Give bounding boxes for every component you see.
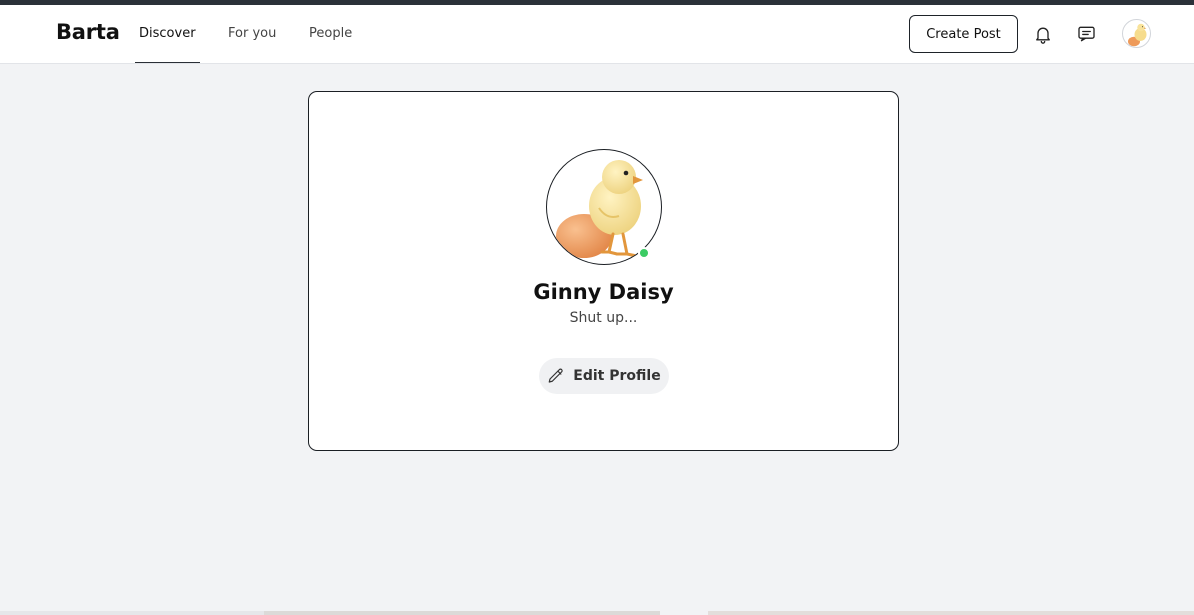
nav-link-people[interactable]: People <box>309 5 352 63</box>
bottom-strip-right <box>708 611 1194 615</box>
profile-card: Ginny Daisy Shut up... Edit Profile <box>308 91 899 451</box>
brand-logo[interactable]: Barta <box>56 20 120 44</box>
bell-icon[interactable] <box>1031 22 1055 46</box>
edit-profile-label: Edit Profile <box>573 368 661 384</box>
user-avatar[interactable] <box>1122 19 1151 48</box>
online-status-dot <box>638 247 650 259</box>
profile-bio: Shut up... <box>569 310 638 326</box>
profile-avatar-wrapper <box>546 149 662 265</box>
bottom-strip-left <box>0 611 264 615</box>
edit-profile-button[interactable]: Edit Profile <box>539 358 669 394</box>
top-navbar: Barta Discover For you People Create Pos… <box>0 5 1194 64</box>
nav-link-discover[interactable]: Discover <box>135 5 200 63</box>
bottom-strip-middle <box>264 611 660 615</box>
nav-link-for-you[interactable]: For you <box>228 5 276 63</box>
profile-name: Ginny Daisy <box>533 280 674 304</box>
pencil-icon <box>547 367 565 385</box>
create-post-button[interactable]: Create Post <box>909 15 1018 53</box>
message-icon[interactable] <box>1074 22 1098 46</box>
